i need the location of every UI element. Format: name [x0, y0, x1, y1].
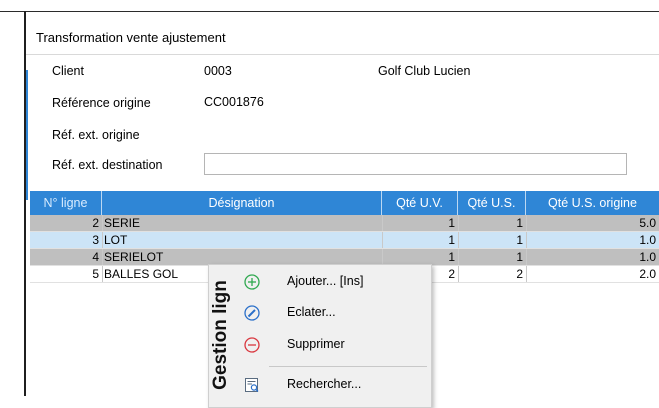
column-divider: [526, 232, 527, 248]
menu-item-rechercher-label: Rechercher...: [287, 377, 362, 391]
column-divider: [458, 232, 459, 248]
column-divider: [526, 215, 527, 231]
col-header-qte-us[interactable]: Qté U.S.: [458, 191, 526, 215]
client-label: Client: [52, 64, 84, 78]
menu-separator: [269, 366, 427, 367]
cell-qte-us-origine[interactable]: 1.0: [526, 249, 659, 265]
column-divider: [526, 249, 527, 265]
edit-circle-icon: [243, 304, 261, 322]
column-divider: [102, 215, 103, 231]
column-divider: [458, 249, 459, 265]
cell-qte-us[interactable]: 1: [458, 232, 526, 248]
menu-item-eclater[interactable]: Eclater...: [239, 300, 429, 326]
context-menu-title: Gestion lign: [203, 265, 239, 405]
cell-ligne[interactable]: 3: [30, 232, 102, 248]
column-divider: [526, 266, 527, 282]
cell-designation[interactable]: SERIE: [102, 215, 382, 231]
title-separator: [26, 54, 659, 55]
client-name: Golf Club Lucien: [378, 64, 471, 78]
context-menu-title-text: Gestion lign: [210, 280, 231, 390]
menu-item-supprimer-label: Supprimer: [287, 337, 345, 351]
col-header-designation[interactable]: Désignation: [102, 191, 382, 215]
focus-bar: [26, 70, 28, 200]
search-document-icon: [243, 376, 261, 394]
cell-designation[interactable]: SERIELOT: [102, 249, 382, 265]
column-divider: [382, 232, 383, 248]
window-title: Transformation vente ajustement: [36, 30, 226, 45]
column-divider: [102, 232, 103, 248]
cell-qte-uv[interactable]: 1: [382, 215, 458, 231]
cell-qte-us[interactable]: 1: [458, 215, 526, 231]
cell-ligne[interactable]: 2: [30, 215, 102, 231]
cell-qte-uv[interactable]: 1: [382, 232, 458, 248]
client-code: 0003: [204, 64, 232, 78]
col-header-ligne[interactable]: N° ligne: [30, 191, 102, 215]
column-divider: [382, 249, 383, 265]
cell-qte-us-origine[interactable]: 5.0: [526, 215, 659, 231]
grid-header: N° ligne Désignation Qté U.V. Qté U.S. Q…: [30, 191, 659, 215]
context-menu: Gestion lign Ajouter... [Ins] Eclater...…: [208, 264, 432, 408]
cell-qte-us[interactable]: 2: [458, 266, 526, 282]
table-row[interactable]: 3 LOT 1 1 1.0: [30, 232, 659, 249]
cell-qte-us-origine[interactable]: 1.0: [526, 232, 659, 248]
ref-origine-value: CC001876: [204, 95, 264, 109]
cell-designation[interactable]: LOT: [102, 232, 382, 248]
cell-qte-uv[interactable]: 1: [382, 249, 458, 265]
column-divider: [102, 249, 103, 265]
cell-ligne[interactable]: 5: [30, 266, 102, 282]
menu-item-ajouter[interactable]: Ajouter... [Ins]: [239, 269, 429, 295]
plus-circle-icon: [243, 273, 261, 291]
cell-qte-us[interactable]: 1: [458, 249, 526, 265]
cell-ligne[interactable]: 4: [30, 249, 102, 265]
column-divider: [458, 266, 459, 282]
col-header-qte-uv[interactable]: Qté U.V.: [382, 191, 458, 215]
menu-item-rechercher[interactable]: Rechercher...: [239, 372, 429, 398]
menu-item-supprimer[interactable]: Supprimer: [239, 332, 429, 358]
table-row[interactable]: 2 SERIE 1 1 5.0: [30, 215, 659, 232]
ref-ext-destination-label: Réf. ext. destination: [52, 158, 163, 172]
column-divider: [458, 215, 459, 231]
dialog-window: Transformation vente ajustement Client 0…: [26, 12, 659, 408]
column-divider: [382, 215, 383, 231]
col-header-qte-us-origine[interactable]: Qté U.S. origine: [526, 191, 659, 215]
menu-item-ajouter-label: Ajouter... [Ins]: [287, 274, 364, 288]
minus-circle-icon: [243, 336, 261, 354]
cell-qte-us-origine[interactable]: 2.0: [526, 266, 659, 282]
menu-item-eclater-label: Eclater...: [287, 305, 336, 319]
ref-ext-destination-field[interactable]: [204, 153, 627, 175]
column-divider: [102, 266, 103, 282]
ref-ext-origine-label: Réf. ext. origine: [52, 128, 140, 142]
ref-origine-label: Référence origine: [52, 96, 151, 110]
